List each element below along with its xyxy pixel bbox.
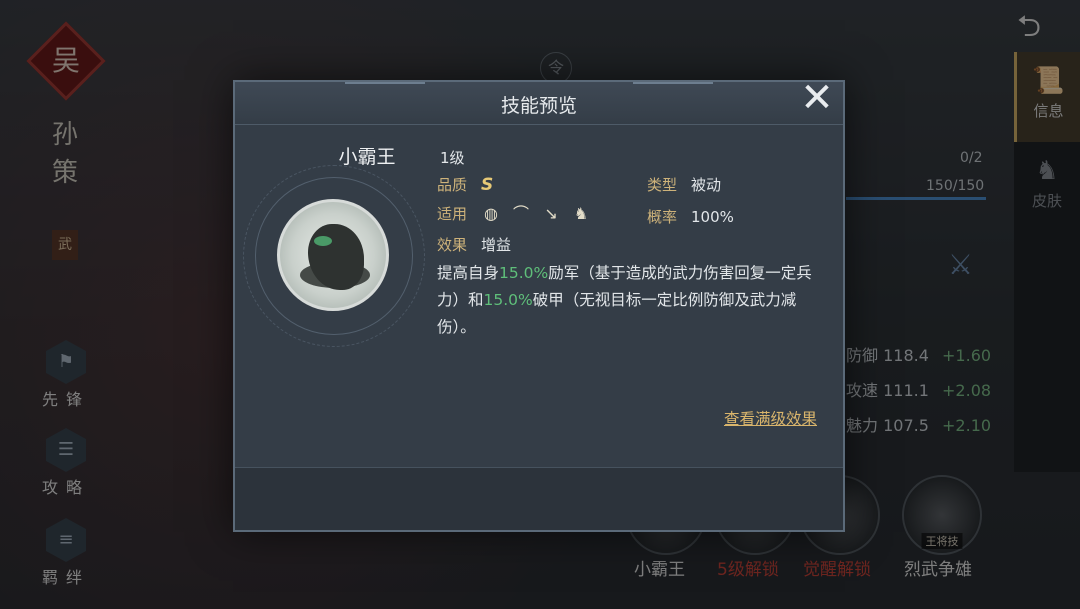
rate-row: 概率 100% (647, 206, 734, 227)
shield-unit-icon: ◍ (484, 204, 498, 223)
effect-value: 增益 (481, 236, 512, 254)
close-icon[interactable]: ✕ (795, 76, 839, 120)
type-row: 类型 被动 (647, 174, 721, 195)
effect-row: 效果 增益 (437, 234, 511, 255)
apply-label: 适用 (437, 205, 468, 223)
type-label: 类型 (647, 176, 678, 194)
skill-name: 小霸王 (338, 146, 396, 168)
desc-highlight: 15.0% (483, 291, 533, 309)
cavalry-unit-icon: ♞ (573, 204, 589, 223)
spear-unit-icon: ↘ (544, 204, 558, 223)
skill-level: 1级 (440, 149, 465, 167)
skill-preview-modal: 技能预览 ✕ 小霸王 1级 品质 S 类型 被动 适用 ◍ ⌒ ↘ ♞ 概率 100% 效果增… (233, 76, 845, 532)
bow-unit-icon: ⌒ (513, 204, 530, 223)
modal-footer (235, 467, 843, 530)
ink-shape (314, 236, 332, 246)
skill-description: 提高自身15.0%励军（基于造成的武力伤害回复一定兵力）和15.0%破甲（无视目… (437, 260, 827, 341)
rate-value: 100% (691, 208, 734, 226)
rate-label: 概率 (647, 208, 678, 226)
effect-label: 效果 (437, 236, 468, 254)
quality-row: 品质 S (437, 174, 493, 195)
apply-row: 适用 ◍ ⌒ ↘ ♞ (437, 204, 601, 224)
desc-text: 提高自身 (437, 264, 500, 282)
quality-value: S (481, 175, 494, 195)
desc-highlight: 15.0% (499, 264, 549, 282)
modal-title: 技能预览 (500, 95, 577, 117)
view-max-level-link[interactable]: 查看满级效果 (724, 407, 817, 429)
quality-label: 品质 (437, 176, 468, 194)
skill-artwork (277, 199, 389, 311)
modal-header: 技能预览 (235, 82, 843, 125)
type-value: 被动 (691, 176, 722, 194)
